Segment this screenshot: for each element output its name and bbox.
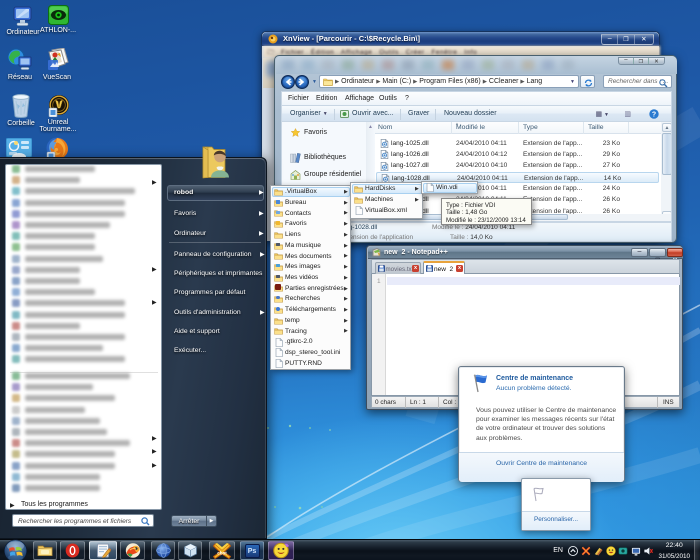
svg-text:?: ?	[652, 112, 656, 119]
svg-text:cbot: cbot	[217, 550, 227, 555]
